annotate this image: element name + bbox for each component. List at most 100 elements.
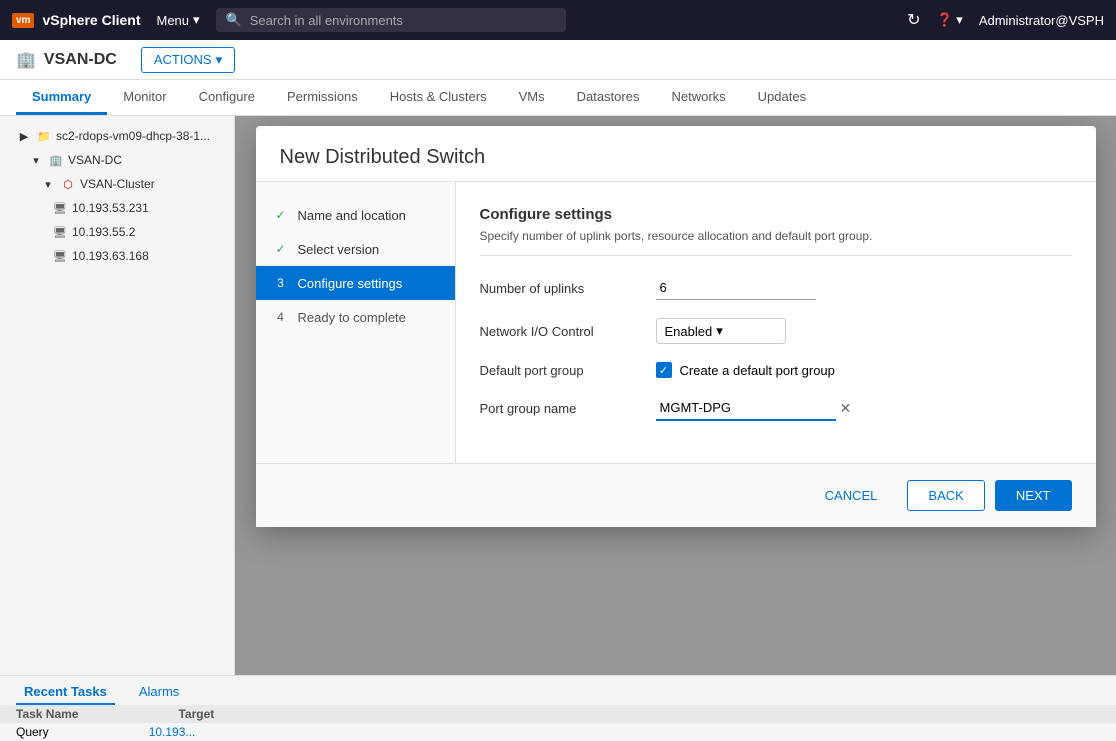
network-io-row: Network I/O Control Enabled ▾ [480,318,1072,344]
collapse-icon: ▶ [16,128,32,144]
default-port-value: ✓ Create a default port group [656,362,1072,378]
tab-permissions[interactable]: Permissions [271,81,374,115]
help-button[interactable]: ❓ ▾ [936,12,962,28]
section-title: Configure settings [480,206,1072,223]
chevron-down-icon: ▾ [716,323,723,339]
default-port-label: Default port group [480,363,640,378]
main-layout: ▶ 📁 sc2-rdops-vm09-dhcp-38-1... ▾ 🏢 VSAN… [0,116,1116,675]
sidebar-item-label: VSAN-Cluster [80,177,155,191]
back-button[interactable]: BACK [907,480,984,511]
bottom-tab-alarms[interactable]: Alarms [131,680,187,705]
sidebar-item-label: 10.193.63.168 [72,249,149,263]
datacenter-icon: 🏢 [16,50,36,70]
tab-networks[interactable]: Networks [655,81,741,115]
wizard-step-1[interactable]: ✓ Name and location [256,198,455,232]
topbar: vm vSphere Client Menu ▾ 🔍 Search in all… [0,0,1116,40]
refresh-icon[interactable]: ↻ [907,10,920,30]
sidebar: ▶ 📁 sc2-rdops-vm09-dhcp-38-1... ▾ 🏢 VSAN… [0,116,235,675]
tab-summary[interactable]: Summary [16,81,107,115]
app-logo: vm vSphere Client [12,12,140,28]
sidebar-item-host2[interactable]: 🖥 10.193.55.2 [0,220,234,244]
create-default-port-label: Create a default port group [680,363,835,378]
next-button[interactable]: NEXT [995,480,1072,511]
tab-updates[interactable]: Updates [742,81,822,115]
wizard-sidebar: ✓ Name and location ✓ Select version 3 C… [256,182,456,463]
step-number-3: 3 [272,274,290,292]
port-group-name-row: Port group name ✕ [480,396,1072,421]
uplinks-row: Number of uplinks [480,276,1072,300]
bottom-table-row: Query 10.193... [0,723,1116,741]
port-group-name-label: Port group name [480,401,640,416]
chevron-down-icon: ▾ [216,52,223,68]
modal-body: ✓ Name and location ✓ Select version 3 C… [256,182,1096,463]
actions-button[interactable]: ACTIONS ▾ [141,47,235,73]
host-icon: 🖥 [52,200,68,216]
bottom-table-header: Task Name Target [0,705,1116,723]
bottom-tabs: Recent Tasks Alarms [0,676,1116,705]
wizard-step-4-label: Ready to complete [298,310,406,325]
check-icon-step2: ✓ [272,240,290,258]
network-io-selected: Enabled [665,324,713,339]
network-io-dropdown[interactable]: Enabled ▾ [656,318,786,344]
uplinks-label: Number of uplinks [480,281,640,296]
cancel-button[interactable]: CANCEL [805,480,898,511]
tab-vms[interactable]: VMs [503,81,561,115]
uplinks-value [656,276,1072,300]
tab-bar: Summary Monitor Configure Permissions Ho… [0,80,1116,116]
datacenter-tree-icon: 🏢 [48,152,64,168]
search-icon: 🔍 [226,12,242,28]
sidebar-item-root[interactable]: ▶ 📁 sc2-rdops-vm09-dhcp-38-1... [0,124,234,148]
wizard-step-3-label: Configure settings [298,276,403,291]
search-bar[interactable]: 🔍 Search in all environments [216,8,566,32]
datacenter-title: VSAN-DC [44,51,117,69]
sidebar-item-host1[interactable]: 🖥 10.193.53.231 [0,196,234,220]
host-icon: 🖥 [52,248,68,264]
task-name-cell: Query [16,725,49,739]
port-group-name-value: ✕ [656,396,1072,421]
port-group-name-input[interactable] [656,396,836,421]
tab-datastores[interactable]: Datastores [561,81,656,115]
wizard-step-4[interactable]: 4 Ready to complete [256,300,455,334]
topbar-right: ↻ ❓ ▾ Administrator@VSPH [907,10,1104,30]
sidebar-item-host3[interactable]: 🖥 10.193.63.168 [0,244,234,268]
network-io-label: Network I/O Control [480,324,640,339]
host-folder-icon: 📁 [36,128,52,144]
user-menu[interactable]: Administrator@VSPH [979,13,1104,28]
modal-title: New Distributed Switch [280,146,1072,169]
sidebar-item-label: 10.193.53.231 [72,201,149,215]
target-header: Target [178,707,214,721]
app-name: vSphere Client [42,12,140,28]
port-group-input-container: ✕ [656,396,1072,421]
wizard-step-3[interactable]: 3 Configure settings [256,266,455,300]
cluster-icon: ⬡ [60,176,76,192]
modal-main: Configure settings Specify number of upl… [456,182,1096,463]
sidebar-item-label: VSAN-DC [68,153,122,167]
create-default-port-checkbox[interactable]: ✓ [656,362,672,378]
clear-port-group-button[interactable]: ✕ [840,400,852,417]
sidebar-item-label: sc2-rdops-vm09-dhcp-38-1... [56,129,210,143]
sidebar-item-label: 10.193.55.2 [72,225,135,239]
target-cell[interactable]: 10.193... [149,725,196,739]
bottom-tab-recent-tasks[interactable]: Recent Tasks [16,680,115,705]
modal-dialog: New Distributed Switch ✓ Name and locati… [256,126,1096,527]
step-number-4: 4 [272,308,290,326]
datacenter-header: 🏢 VSAN-DC ACTIONS ▾ [0,40,1116,80]
sidebar-item-vsan-cluster[interactable]: ▾ ⬡ VSAN-Cluster [0,172,234,196]
modal-footer: CANCEL BACK NEXT [256,463,1096,527]
menu-button[interactable]: Menu ▾ [156,12,199,28]
modal-overlay: New Distributed Switch ✓ Name and locati… [235,116,1116,675]
default-port-row: Default port group ✓ Create a default po… [480,362,1072,378]
expand-icon: ▾ [40,176,56,192]
sidebar-item-vsan-dc[interactable]: ▾ 🏢 VSAN-DC [0,148,234,172]
wizard-step-1-label: Name and location [298,208,406,223]
modal-header: New Distributed Switch [256,126,1096,182]
uplinks-input[interactable] [656,276,816,300]
wizard-step-2[interactable]: ✓ Select version [256,232,455,266]
tab-hosts-clusters[interactable]: Hosts & Clusters [374,81,503,115]
wizard-step-2-label: Select version [298,242,380,257]
network-io-value: Enabled ▾ [656,318,1072,344]
tab-monitor[interactable]: Monitor [107,81,182,115]
chevron-down-icon: ▾ [193,12,200,28]
tab-configure[interactable]: Configure [183,81,271,115]
section-description: Specify number of uplink ports, resource… [480,229,1072,256]
